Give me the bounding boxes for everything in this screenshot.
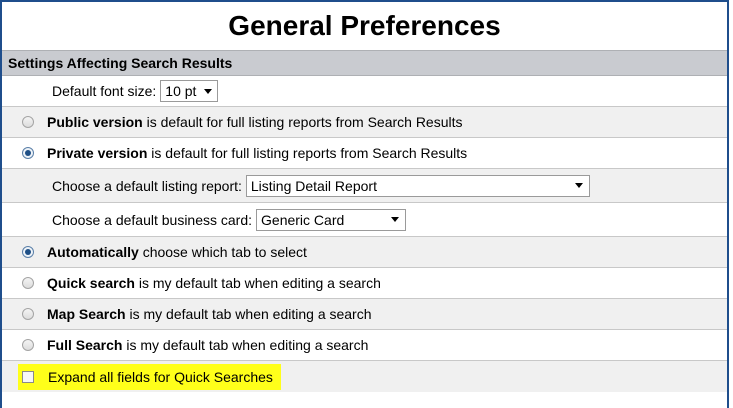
expand-fields-row[interactable]: Expand all fields for Quick Searches (2, 361, 727, 392)
chevron-down-icon (204, 88, 213, 94)
tab-option-quick-search-bold: Quick search (47, 275, 135, 291)
tab-option-quick-search-rest: is my default tab when editing a search (134, 275, 381, 291)
tab-option-full-search-row[interactable]: Full Search is my default tab when editi… (2, 330, 727, 361)
chevron-down-icon (574, 183, 583, 188)
private-version-rest: is default for full listing reports from… (147, 145, 468, 161)
business-card-select[interactable]: Generic Card (256, 208, 407, 231)
public-version-rest: is default for full listing reports from… (142, 114, 463, 130)
expand-fields-highlight: Expand all fields for Quick Searches (18, 363, 281, 390)
tab-option-quick-search-text: Quick search is my default tab when edit… (47, 275, 381, 291)
private-version-bold: Private version (47, 145, 148, 161)
tab-option-automatic-text: Automatically choose which tab to select (47, 244, 307, 260)
tab-option-full-search-radio[interactable] (22, 339, 34, 351)
private-version-radio[interactable] (22, 147, 34, 159)
tab-option-automatic-radio[interactable] (22, 246, 34, 258)
tab-option-quick-search-radio[interactable] (22, 277, 34, 289)
tab-option-full-search-text: Full Search is my default tab when editi… (47, 337, 368, 353)
tab-option-full-search-rest: is my default tab when editing a search (122, 337, 369, 353)
public-version-radio[interactable] (22, 116, 34, 128)
business-card-value: Generic Card (261, 211, 345, 228)
font-size-row: Default font size: 10 pt (2, 76, 727, 107)
private-version-row[interactable]: Private version is default for full list… (2, 138, 727, 169)
listing-report-value: Listing Detail Report (250, 177, 377, 194)
business-card-row: Choose a default business card: Generic … (2, 203, 727, 237)
chevron-down-icon (391, 217, 400, 222)
font-size-label: Default font size: (52, 83, 157, 99)
tab-option-map-search-rest: is my default tab when editing a search (125, 306, 372, 322)
listing-report-label: Choose a default listing report: (52, 177, 242, 194)
private-version-text: Private version is default for full list… (47, 145, 467, 161)
public-version-bold: Public version (47, 114, 143, 130)
listing-report-select[interactable]: Listing Detail Report (245, 174, 590, 197)
tab-option-automatic-rest: choose which tab to select (138, 244, 307, 260)
listing-report-row: Choose a default listing report: Listing… (2, 169, 727, 203)
tab-option-full-search-bold: Full Search (47, 337, 123, 353)
tab-option-quick-search-row[interactable]: Quick search is my default tab when edit… (2, 268, 727, 299)
font-size-value: 10 pt (165, 83, 197, 99)
public-version-text: Public version is default for full listi… (47, 114, 463, 130)
tab-option-map-search-text: Map Search is my default tab when editin… (47, 306, 372, 322)
expand-fields-checkbox[interactable] (22, 370, 34, 383)
tab-option-map-search-row[interactable]: Map Search is my default tab when editin… (2, 299, 727, 330)
tab-option-automatic-bold: Automatically (47, 244, 139, 260)
tab-option-map-search-bold: Map Search (47, 306, 126, 322)
business-card-label: Choose a default business card: (52, 211, 253, 228)
public-version-row[interactable]: Public version is default for full listi… (2, 107, 727, 138)
general-preferences-panel: General Preferences Settings Affecting S… (0, 0, 729, 408)
tab-option-map-search-radio[interactable] (22, 308, 34, 320)
page-title: General Preferences (228, 10, 501, 41)
section-header-search-results: Settings Affecting Search Results (2, 50, 727, 76)
font-size-select[interactable]: 10 pt (160, 80, 219, 102)
tab-option-automatic-row[interactable]: Automatically choose which tab to select (2, 237, 727, 268)
expand-fields-label: Expand all fields for Quick Searches (48, 368, 273, 385)
